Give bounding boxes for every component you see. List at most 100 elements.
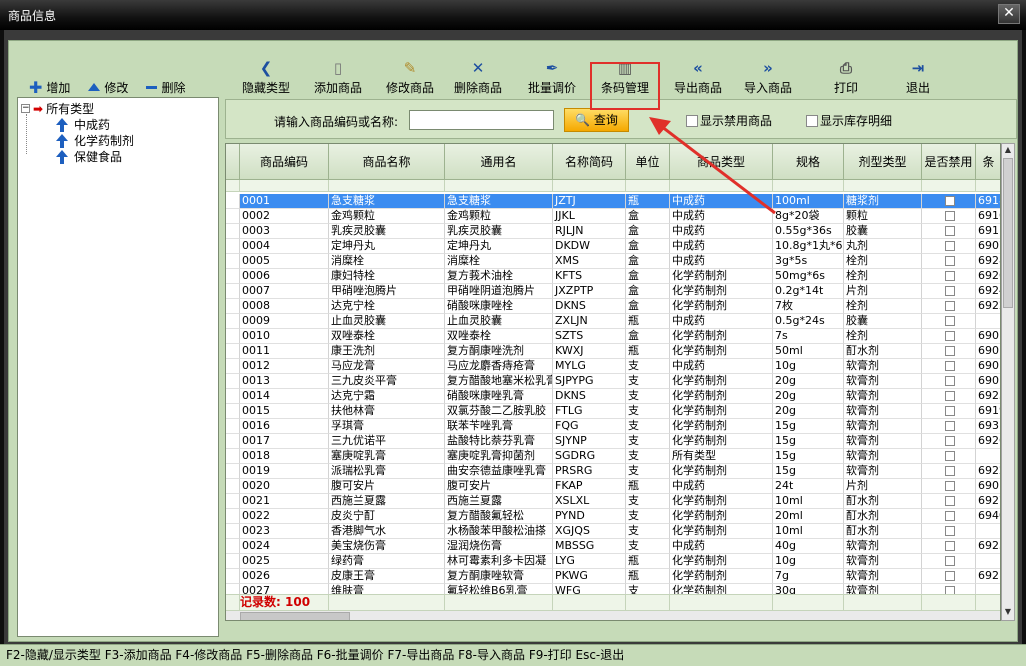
table-cell[interactable]: ZXLJN	[553, 314, 626, 329]
checkbox-icon[interactable]	[944, 196, 955, 206]
table-cell[interactable]: 盒	[626, 329, 670, 344]
checkbox-icon[interactable]	[806, 114, 818, 127]
table-cell[interactable]: 复方酮康唑软膏	[445, 569, 553, 584]
table-row[interactable]: 0011康王洗剂复方酮康唑洗剂KWXJ瓶化学药制剂50ml酊水剂 6901	[226, 344, 1000, 359]
checkbox-icon[interactable]	[944, 526, 955, 536]
filter-cell[interactable]	[844, 180, 922, 192]
table-cell[interactable]: 中成药	[670, 314, 773, 329]
table-cell[interactable]: 0022	[240, 509, 329, 524]
table-cell[interactable]: 达克宁栓	[329, 299, 445, 314]
table-cell[interactable]: 0.55g*36s	[773, 224, 844, 239]
disabled-checkbox-cell[interactable]	[922, 269, 976, 284]
table-row[interactable]: 0008达克宁栓硝酸咪康唑栓DKNS盒化学药制剂7枚栓剂 6922	[226, 299, 1000, 314]
disabled-checkbox-cell[interactable]	[922, 194, 976, 209]
table-row[interactable]: 0021西施兰夏露西施兰夏露XSLXL支化学药制剂10ml酊水剂6927	[226, 494, 1000, 509]
table-row[interactable]: 0025 绿药膏 林可霉素利多卡因凝 LYG 瓶化学药制剂 10g 软膏剂	[226, 554, 1000, 569]
table-cell[interactable]: 6901	[976, 359, 1000, 374]
disabled-checkbox-cell[interactable]	[922, 224, 976, 239]
table-cell[interactable]: 化学药制剂	[670, 494, 773, 509]
table-cell[interactable]: 定坤丹丸	[445, 239, 553, 254]
table-cell[interactable]: 0001	[240, 194, 329, 209]
table-cell[interactable]: 6928	[976, 254, 1000, 269]
table-cell[interactable]: 化学药制剂	[670, 554, 773, 569]
table-cell[interactable]: 腹可安片	[445, 479, 553, 494]
table-cell[interactable]: 香港脚气水	[329, 524, 445, 539]
table-cell[interactable]: 康妇特栓	[329, 269, 445, 284]
table-cell[interactable]: 0007	[240, 284, 329, 299]
table-cell[interactable]: 酊水剂	[844, 524, 922, 539]
table-cell[interactable]: 6927	[976, 494, 1000, 509]
table-cell[interactable]: 丸剂	[844, 239, 922, 254]
table-cell[interactable]: 软膏剂	[844, 464, 922, 479]
table-row[interactable]: 0016孚琪膏联苯苄唑乳膏FQG支化学药制剂15g软膏剂 6931	[226, 419, 1000, 434]
table-cell[interactable]: 50ml	[773, 344, 844, 359]
table-cell[interactable]: MYLG	[553, 359, 626, 374]
disabled-checkbox-cell[interactable]	[922, 374, 976, 389]
table-cell[interactable]: 金鸡颗粒	[445, 209, 553, 224]
table-cell[interactable]: 消糜栓	[329, 254, 445, 269]
table-cell[interactable]: 化学药制剂	[670, 509, 773, 524]
table-cell[interactable]: 6922	[976, 299, 1000, 314]
table-cell[interactable]: 三九皮炎平膏	[329, 374, 445, 389]
table-cell[interactable]: 支	[626, 434, 670, 449]
table-cell[interactable]: 盒	[626, 239, 670, 254]
table-cell[interactable]: 6931	[976, 419, 1000, 434]
table-cell[interactable]: 0.5g*24s	[773, 314, 844, 329]
table-cell[interactable]: 联苯苄唑乳膏	[445, 419, 553, 434]
column-header[interactable]: 名称简码	[553, 144, 626, 180]
table-cell[interactable]: 孚琪膏	[329, 419, 445, 434]
table-cell[interactable]: 支	[626, 404, 670, 419]
table-cell[interactable]: 0006	[240, 269, 329, 284]
tree-node-category[interactable]: 保健食品	[56, 148, 122, 165]
tree-node-category[interactable]: 化学药制剂	[56, 132, 134, 149]
table-cell[interactable]: 0015	[240, 404, 329, 419]
filter-cell[interactable]	[445, 180, 553, 192]
table-cell[interactable]: 水杨酸苯甲酸松油搽	[445, 524, 553, 539]
table-cell[interactable]: 10.8g*1丸*6大	[773, 239, 844, 254]
show-stock-checkbox[interactable]: 显示库存明细	[806, 112, 892, 129]
table-cell[interactable]: SJPYPG	[553, 374, 626, 389]
tree-node-root[interactable]: − ➡ 所有类型	[21, 100, 94, 117]
checkbox-icon[interactable]	[944, 556, 955, 566]
table-cell[interactable]: MBSSG	[553, 539, 626, 554]
table-cell[interactable]: 支	[626, 494, 670, 509]
checkbox-icon[interactable]	[944, 271, 955, 281]
checkbox-icon[interactable]	[944, 571, 955, 581]
disabled-checkbox-cell[interactable]	[922, 554, 976, 569]
table-cell[interactable]: 化学药制剂	[670, 524, 773, 539]
table-cell[interactable]: 20g	[773, 389, 844, 404]
table-cell[interactable]: 支	[626, 389, 670, 404]
checkbox-icon[interactable]	[944, 286, 955, 296]
table-cell[interactable]: 扶他林膏	[329, 404, 445, 419]
table-cell[interactable]: 绿药膏	[329, 554, 445, 569]
table-cell[interactable]: 盒	[626, 284, 670, 299]
disabled-checkbox-cell[interactable]	[922, 464, 976, 479]
table-cell[interactable]: PYND	[553, 509, 626, 524]
column-header[interactable]: 商品名称	[329, 144, 445, 180]
edit-category-button[interactable]: 修改	[88, 77, 128, 97]
table-cell[interactable]: 6926	[976, 269, 1000, 284]
table-cell[interactable]: 0023	[240, 524, 329, 539]
table-cell[interactable]: 瓶	[626, 554, 670, 569]
table-cell[interactable]: 化学药制剂	[670, 419, 773, 434]
table-cell[interactable]: 硝酸咪康唑栓	[445, 299, 553, 314]
checkbox-icon[interactable]	[944, 226, 955, 236]
table-cell[interactable]: 支	[626, 449, 670, 464]
table-cell[interactable]: 复方酮康唑洗剂	[445, 344, 553, 359]
table-cell[interactable]: 中成药	[670, 479, 773, 494]
table-row[interactable]: 0004定坤丹丸定坤丹丸DKDW盒中成药10.8g*1丸*6大丸剂6907	[226, 239, 1000, 254]
table-cell[interactable]: 7枚	[773, 299, 844, 314]
checkbox-icon[interactable]	[944, 241, 955, 251]
table-cell[interactable]: SZTS	[553, 329, 626, 344]
table-cell[interactable]: 双唑泰栓	[329, 329, 445, 344]
checkbox-icon[interactable]	[944, 256, 955, 266]
add-product-button[interactable]: ▯ 添加商品	[303, 59, 373, 99]
table-cell[interactable]: 6940	[976, 509, 1000, 524]
table-row[interactable]: 0012马应龙膏马应龙麝香痔疮膏MYLG支中成药10g软膏剂 6901	[226, 359, 1000, 374]
table-cell[interactable]: 栓剂	[844, 299, 922, 314]
table-cell[interactable]: 双氯芬酸二乙胺乳胶	[445, 404, 553, 419]
table-cell[interactable]: 6918	[976, 194, 1000, 209]
table-cell[interactable]: 50mg*6s	[773, 269, 844, 284]
table-cell[interactable]: 乳疾灵胶囊	[445, 224, 553, 239]
column-header[interactable]: 条	[976, 144, 1000, 180]
